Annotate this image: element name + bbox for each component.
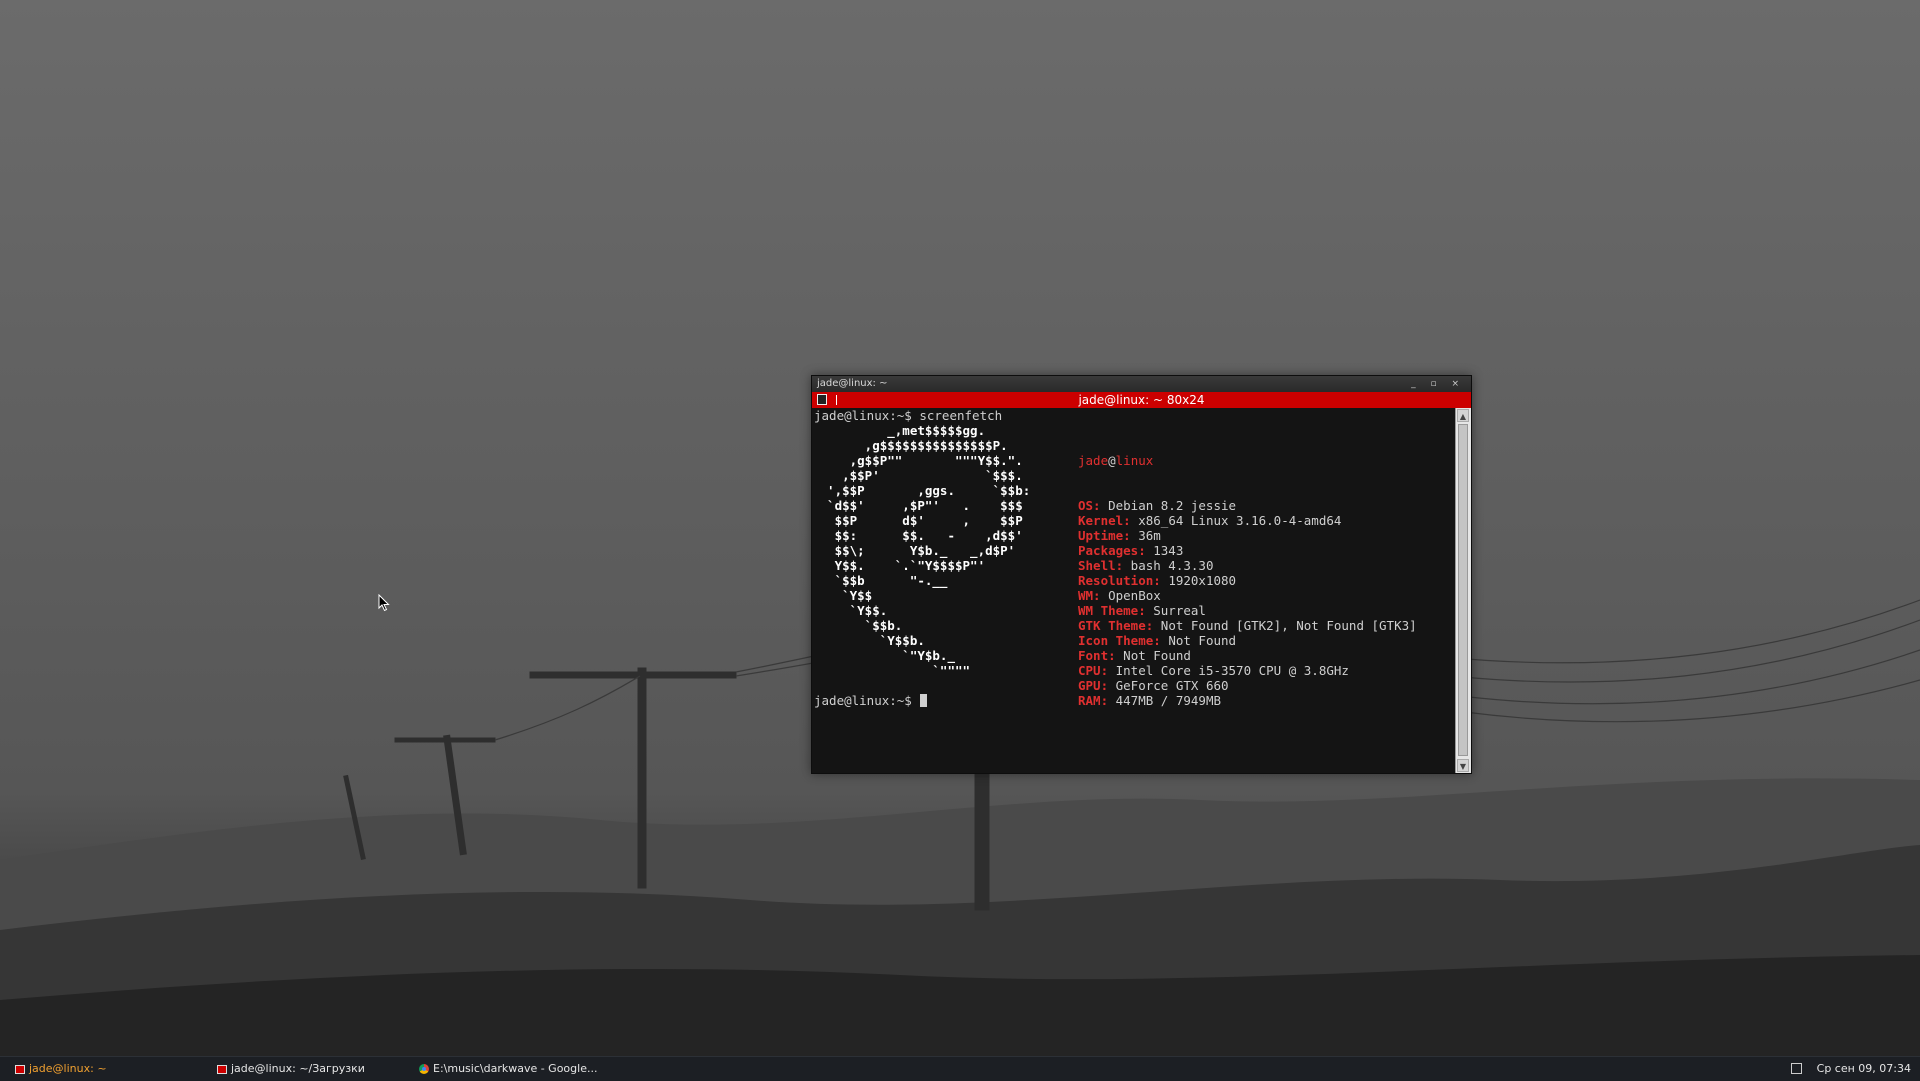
tab-separator	[836, 395, 837, 405]
info-line: Resolution: 1920x1080	[1078, 573, 1237, 588]
logo-line: $$: $$. - ,d$$'	[812, 528, 1023, 543]
terminal-tab-title: jade@linux: ~ 80x24	[1078, 393, 1205, 407]
terminal-output[interactable]: jade@linux:~$ screenfetch _,met$$$$$gg. …	[812, 408, 1456, 773]
logo-line: `$$b.	[812, 618, 903, 633]
scroll-down-icon[interactable]: ▼	[1457, 759, 1469, 772]
task-terminal-home[interactable]: jade@linux: ~	[15, 1057, 107, 1081]
window-controls[interactable]: _ ▫ ×	[1411, 376, 1465, 392]
info-line: WM Theme: Surreal	[1078, 603, 1206, 618]
info-line: WM: OpenBox	[1078, 588, 1161, 603]
info-line: Kernel: x86_64 Linux 3.16.0-4-amd64	[1078, 513, 1342, 528]
logo-line: ',$$P ,ggs. `$$b:	[812, 483, 1031, 498]
logo-line: $$P d$' , $$P	[812, 513, 1023, 528]
terminal-window[interactable]: jade@linux: ~ _ ▫ × jade@linux: ~ 80x24 …	[811, 375, 1472, 774]
logo-line: `Y$$	[812, 588, 873, 603]
info-line: Font: Not Found	[1078, 648, 1191, 663]
debian-ascii-logo: _,met$$$$$gg. ,g$$$$$$$$$$$$$$$P. ,g$$P"…	[812, 423, 1030, 678]
logo-line: `$$b "-.__	[812, 573, 948, 588]
terminal-icon	[817, 394, 827, 405]
clock[interactable]: Ср сен 09, 07:34	[1817, 1057, 1911, 1081]
prompt-line[interactable]: jade@linux:~$	[814, 693, 928, 708]
info-line: Packages: 1343	[1078, 543, 1184, 558]
info-line: Icon Theme: Not Found	[1078, 633, 1237, 648]
scroll-up-icon[interactable]: ▲	[1457, 409, 1469, 422]
system-info: jade@linux OS: Debian 8.2 jessie Kernel: …	[1078, 423, 1417, 738]
terminal-tab-bar[interactable]: jade@linux: ~ 80x24	[812, 392, 1471, 408]
logo-line: `d$$' ,$P"' . $$$	[812, 498, 1023, 513]
logo-line: ,g$$P"" """Y$$.".	[812, 453, 1023, 468]
terminal-icon	[15, 1064, 25, 1074]
logo-line: `Y$$b.	[812, 633, 925, 648]
scrollbar-thumb[interactable]	[1458, 424, 1468, 756]
command-line: jade@linux:~$ screenfetch	[814, 408, 1003, 423]
info-line: OS: Debian 8.2 jessie	[1078, 498, 1237, 513]
info-line: Shell: bash 4.3.30	[1078, 558, 1214, 573]
taskbar: jade@linux: ~ jade@linux: ~/Загрузки E:\…	[0, 1056, 1920, 1081]
chrome-icon	[419, 1064, 429, 1074]
info-line: RAM: 447MB / 7949MB	[1078, 693, 1221, 708]
window-title: jade@linux: ~	[817, 378, 888, 389]
info-line: CPU: Intel Core i5-3570 CPU @ 3.8GHz	[1078, 663, 1349, 678]
logo-line: ,g$$$$$$$$$$$$$$$P.	[812, 438, 1008, 453]
terminal-icon	[217, 1064, 227, 1074]
logo-line: Y$$. `.`"Y$$$$P"'	[812, 558, 986, 573]
logo-line: $$\; Y$b._ _,d$P'	[812, 543, 1016, 558]
info-line: GPU: GeForce GTX 660	[1078, 678, 1229, 693]
logo-line: `"Y$b._	[812, 648, 955, 663]
info-line: GTK Theme: Not Found [GTK2], Not Found […	[1078, 618, 1417, 633]
window-titlebar[interactable]: jade@linux: ~ _ ▫ ×	[812, 376, 1471, 392]
terminal-scrollbar[interactable]: ▲ ▼	[1455, 408, 1471, 773]
logo-line: `""""	[812, 663, 971, 678]
mouse-pointer-icon	[378, 594, 390, 612]
user-host-line: jade@linux	[1078, 453, 1154, 468]
text-cursor	[920, 694, 928, 707]
logo-line: ,$$P' `$$$.	[812, 468, 1023, 483]
chat-icon[interactable]	[1791, 1063, 1802, 1074]
task-chrome[interactable]: E:\music\darkwave - Google...	[419, 1057, 597, 1081]
logo-line: _,met$$$$$gg.	[812, 423, 986, 438]
info-line: Uptime: 36m	[1078, 528, 1161, 543]
logo-line: `Y$$.	[812, 603, 888, 618]
task-terminal-downloads[interactable]: jade@linux: ~/Загрузки	[217, 1057, 365, 1081]
